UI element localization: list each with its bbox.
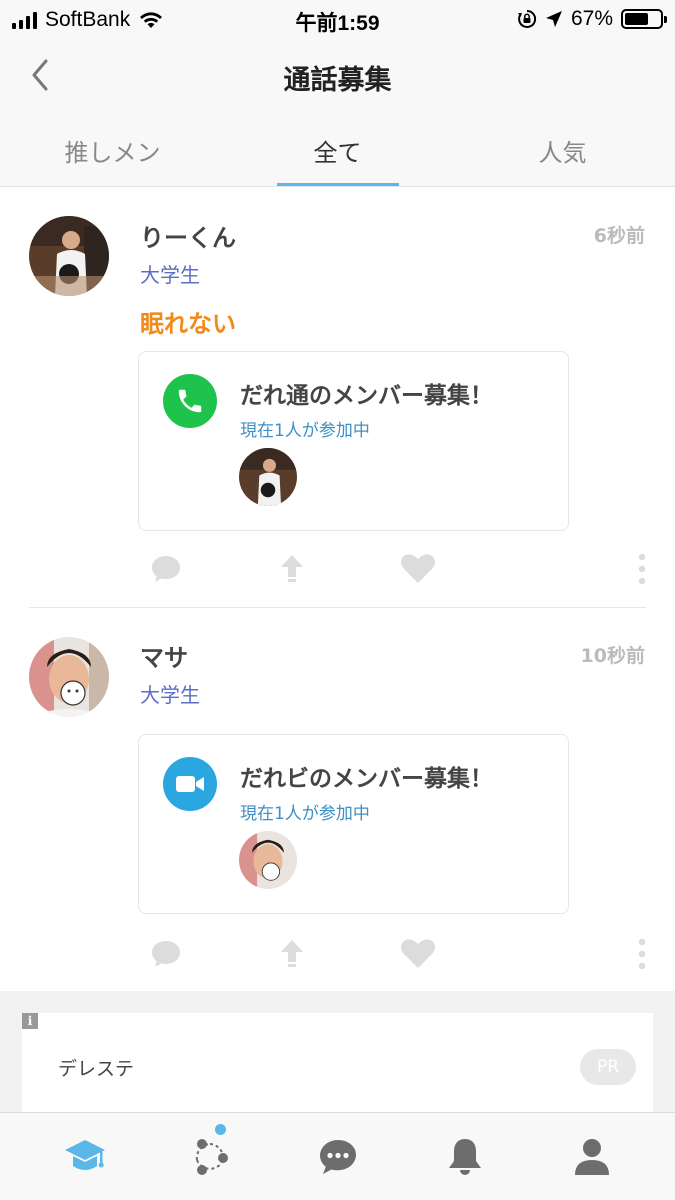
comment-icon	[152, 941, 180, 967]
call-recruit-card[interactable]: だれ通のメンバー募集！ 現在1人が参加中	[138, 351, 569, 531]
card-title: だれビのメンバー募集！	[240, 766, 493, 792]
user-role: 大学生	[140, 263, 200, 287]
heart-icon	[401, 554, 435, 583]
graduation-cap-icon	[64, 1140, 105, 1170]
card-title: だれ通のメンバー募集！	[240, 383, 493, 409]
share-button[interactable]	[272, 549, 312, 589]
battery-percent: 67%	[570, 7, 613, 30]
bell-icon	[448, 1139, 481, 1175]
chat-bubble-icon	[319, 1140, 356, 1174]
user-name[interactable]: マサ	[140, 638, 188, 673]
participant-count: 現在1人が参加中	[240, 421, 370, 441]
share-icon	[281, 555, 303, 582]
tab-popular[interactable]: 人気	[450, 115, 675, 186]
post-time: 6秒前	[593, 225, 645, 247]
participant-count: 現在1人が参加中	[240, 804, 370, 824]
tab-label: 人気	[538, 139, 587, 167]
comment-icon	[152, 556, 180, 582]
user-name[interactable]: りーくん	[140, 218, 236, 253]
status-bar: SoftBank 午前1:59 67%	[0, 0, 675, 40]
pr-badge: PR	[580, 1049, 636, 1085]
page-title: 通話募集	[283, 65, 392, 96]
ad-title[interactable]: デレステ	[58, 1054, 134, 1081]
video-recruit-card[interactable]: だれビのメンバー募集！ 現在1人が参加中	[138, 734, 569, 914]
share-button[interactable]	[272, 934, 312, 974]
participant-avatar[interactable]	[239, 448, 297, 506]
post-item[interactable]: マサ 10秒前 大学生 だれビのメンバー募集！ 現在1人が参加中	[0, 608, 675, 991]
phone-icon	[163, 374, 217, 428]
participant-avatar[interactable]	[239, 831, 297, 889]
heart-icon	[401, 939, 435, 968]
status-right: 67%	[517, 7, 667, 31]
like-button[interactable]	[398, 549, 438, 589]
rotation-lock-icon	[517, 9, 537, 28]
tab-label: 推しメン	[64, 139, 161, 167]
user-role: 大学生	[140, 683, 200, 707]
avatar[interactable]	[29, 216, 109, 296]
ad-card[interactable]: i デレステ PR	[22, 1013, 653, 1112]
post-message: 眠れない	[140, 310, 236, 338]
more-vertical-icon	[638, 553, 646, 585]
post-time: 10秒前	[580, 645, 645, 667]
more-button[interactable]	[622, 549, 662, 589]
tab-notifications[interactable]	[397, 1113, 532, 1200]
tab-chat[interactable]	[270, 1113, 405, 1200]
like-button[interactable]	[398, 934, 438, 974]
notification-dot	[215, 1124, 226, 1135]
profile-icon	[574, 1139, 609, 1175]
video-camera-icon	[163, 757, 217, 811]
post-actions	[0, 934, 675, 974]
post-item[interactable]: りーくん 6秒前 大学生 眠れない だれ通のメンバー募集！ 現在1人が参加中	[0, 188, 675, 608]
post-actions	[0, 549, 675, 589]
bottom-tab-bar	[0, 1112, 675, 1200]
ad-section: i デレステ PR	[0, 991, 675, 1112]
navigation-bar: 通話募集	[0, 40, 675, 115]
info-icon[interactable]: i	[22, 1013, 38, 1029]
battery-icon	[621, 9, 667, 29]
tab-connections[interactable]	[142, 1113, 277, 1200]
tab-home[interactable]	[17, 1113, 152, 1200]
tab-bar: 推しメン 全て 人気	[0, 115, 675, 187]
more-vertical-icon	[638, 938, 646, 970]
share-icon	[281, 940, 303, 967]
tab-all[interactable]: 全て	[225, 115, 450, 186]
more-button[interactable]	[622, 934, 662, 974]
active-tab-indicator	[276, 183, 399, 186]
tab-label: 全て	[313, 139, 362, 167]
tab-profile[interactable]	[524, 1113, 659, 1200]
location-arrow-icon	[545, 11, 562, 27]
comment-button[interactable]	[146, 934, 186, 974]
avatar[interactable]	[29, 637, 109, 717]
tab-favorites[interactable]: 推しメン	[0, 115, 225, 186]
comment-button[interactable]	[146, 549, 186, 589]
connections-icon	[195, 1139, 228, 1175]
